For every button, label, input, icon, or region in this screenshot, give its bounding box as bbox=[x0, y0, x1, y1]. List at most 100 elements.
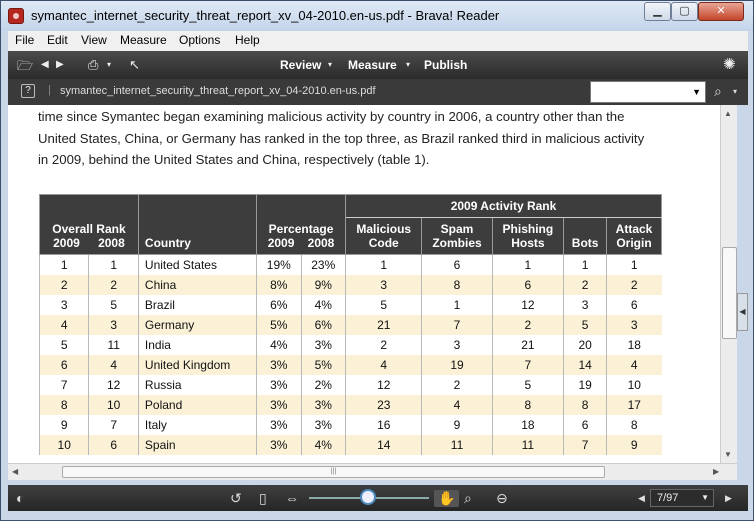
table-cell: 12 bbox=[88, 374, 139, 395]
table-cell: 4 bbox=[606, 354, 662, 375]
menu-file[interactable]: File bbox=[15, 33, 34, 47]
table-cell: 3% bbox=[300, 414, 346, 435]
table-cell: 17 bbox=[606, 394, 662, 415]
table-cell: 6 bbox=[421, 254, 493, 275]
side-panel-toggle[interactable]: ◀ bbox=[737, 293, 748, 331]
forward-arrow-icon[interactable]: ▶ bbox=[56, 59, 64, 70]
table-row: 2 2 China 8% 9% 3 8 6 2 2 bbox=[38, 274, 662, 295]
measure-menu[interactable]: Measure bbox=[348, 58, 397, 72]
table-cell: 4 bbox=[344, 354, 422, 375]
table-cell: Germany bbox=[137, 314, 257, 335]
maximize-button[interactable]: ▢ bbox=[671, 2, 698, 21]
table-cell: 4% bbox=[300, 294, 346, 315]
table-cell: 3% bbox=[256, 374, 302, 395]
next-page-icon[interactable]: ▶ bbox=[725, 493, 732, 504]
search-field[interactable]: ▼ bbox=[590, 81, 706, 103]
close-button[interactable]: ✕ bbox=[698, 2, 744, 21]
scroll-right-icon[interactable]: ▶ bbox=[713, 467, 719, 476]
help-button[interactable]: ? bbox=[21, 84, 35, 98]
previous-page-icon[interactable]: ◀ bbox=[638, 493, 645, 504]
table-cell: 3% bbox=[300, 334, 346, 355]
document-filename: symantec_internet_security_threat_report… bbox=[60, 85, 376, 97]
table-cell: 2 bbox=[491, 314, 564, 335]
table-row: 6 4 United Kingdom 3% 5% 4 19 7 14 4 bbox=[38, 354, 662, 375]
contrast-icon[interactable]: ◐ bbox=[16, 490, 24, 506]
table-body: 1 1 United States 19% 23% 1 6 1 1 1 2 2 China 8% 9% 3 8 6… bbox=[38, 254, 662, 455]
zoom-out-icon[interactable]: ⊖ bbox=[496, 490, 508, 507]
menu-view[interactable]: View bbox=[81, 33, 107, 47]
select-cursor-icon[interactable]: ↖ bbox=[129, 57, 140, 73]
table-cell: 1 bbox=[606, 254, 662, 275]
table-row: 10 6 Spain 3% 4% 14 11 11 7 9 bbox=[38, 434, 662, 455]
search-dropdown-icon[interactable]: ▼ bbox=[692, 87, 701, 97]
table-cell: 3% bbox=[256, 414, 302, 435]
minimize-button[interactable]: ▁ bbox=[644, 2, 671, 21]
table-cell: 5 bbox=[563, 314, 607, 335]
search-options-icon[interactable]: ▾ bbox=[733, 87, 737, 96]
paragraph-line: United States, China, or Germany has ran… bbox=[38, 130, 645, 146]
table-cell: United Kingdom bbox=[137, 354, 257, 375]
rotate-icon[interactable]: ↺ bbox=[230, 490, 242, 507]
open-folder-icon[interactable]: 🗁 bbox=[17, 57, 33, 79]
table-cell: 18 bbox=[491, 414, 564, 435]
fit-width-icon[interactable]: ⇔ bbox=[285, 490, 299, 506]
table-cell: 3% bbox=[256, 354, 302, 375]
page-dropdown-icon[interactable]: ▼ bbox=[701, 490, 709, 506]
menu-options[interactable]: Options bbox=[179, 33, 220, 47]
search-icon[interactable]: ⌕ bbox=[714, 83, 722, 100]
page-selector[interactable]: 7/97 ▼ bbox=[650, 489, 714, 507]
zoom-window-icon[interactable]: ⌕ bbox=[464, 490, 472, 507]
table-cell: 7 bbox=[563, 434, 607, 455]
maximize-icon: ▢ bbox=[679, 5, 690, 17]
table-cell: 2% bbox=[300, 374, 346, 395]
table-row: 5 11 India 4% 3% 2 3 21 20 18 bbox=[38, 334, 662, 355]
table-cell: 1 bbox=[563, 254, 607, 275]
table-cell: Spain bbox=[137, 434, 257, 455]
country-header: Country bbox=[137, 194, 258, 255]
paragraph-line: time since Symantec began examining mali… bbox=[38, 109, 625, 124]
print-icon[interactable]: ⎙ bbox=[88, 57, 98, 73]
table-cell: China bbox=[137, 274, 257, 295]
table-cell: Russia bbox=[137, 374, 257, 395]
horizontal-scrollbar[interactable]: ◀ ||| ▶ bbox=[8, 463, 737, 480]
table-cell: Brazil bbox=[137, 294, 257, 315]
table-cell: 21 bbox=[491, 334, 564, 355]
minimize-icon: ▁ bbox=[653, 5, 662, 17]
zoom-slider-knob[interactable] bbox=[360, 489, 376, 505]
scroll-up-icon[interactable]: ▲ bbox=[724, 109, 732, 118]
horizontal-scroll-thumb[interactable]: ||| bbox=[62, 466, 605, 478]
table-cell: 23 bbox=[344, 394, 422, 415]
scroll-left-icon[interactable]: ◀ bbox=[12, 467, 18, 476]
measure-dropdown-icon[interactable]: ▾ bbox=[406, 60, 410, 69]
pan-hand-icon[interactable]: ✋ bbox=[434, 490, 460, 507]
page-number: 7/97 bbox=[657, 492, 679, 504]
table-cell: 6 bbox=[491, 274, 564, 295]
back-arrow-icon[interactable]: ◀ bbox=[41, 59, 49, 70]
table-cell: 5% bbox=[300, 354, 346, 375]
phishing-hosts-header: Phishing Hosts bbox=[491, 217, 565, 255]
menu-measure[interactable]: Measure bbox=[120, 33, 167, 47]
table-cell: 2 bbox=[421, 374, 493, 395]
table-cell: 4 bbox=[38, 314, 89, 335]
review-dropdown-icon[interactable]: ▾ bbox=[328, 60, 332, 69]
menu-bar: File Edit View Measure Options Help bbox=[8, 31, 748, 51]
page-icon[interactable]: ▯ bbox=[259, 490, 267, 507]
vertical-scroll-thumb[interactable] bbox=[722, 247, 737, 339]
table-cell: 8% bbox=[256, 274, 302, 295]
chevron-left-icon: ◀ bbox=[739, 307, 746, 316]
document-view[interactable]: time since Symantec began examining mali… bbox=[8, 105, 720, 463]
publish-menu[interactable]: Publish bbox=[424, 58, 467, 72]
percentage-header: Percentage 2009 2008 bbox=[256, 194, 346, 255]
print-dropdown-icon[interactable]: ▾ bbox=[107, 60, 111, 69]
table-cell: 3% bbox=[256, 394, 302, 415]
menu-help[interactable]: Help bbox=[235, 33, 260, 47]
review-menu[interactable]: Review bbox=[280, 58, 321, 72]
vertical-scrollbar[interactable]: ▲ ▼ bbox=[720, 105, 737, 463]
table-cell: Italy bbox=[137, 414, 257, 435]
scroll-down-icon[interactable]: ▼ bbox=[724, 450, 732, 459]
menu-edit[interactable]: Edit bbox=[47, 33, 68, 47]
attack-origin-header: Attack Origin bbox=[606, 217, 662, 255]
table-cell: 2 bbox=[88, 274, 139, 295]
search-input[interactable] bbox=[591, 82, 691, 102]
table-cell: 11 bbox=[88, 334, 139, 355]
